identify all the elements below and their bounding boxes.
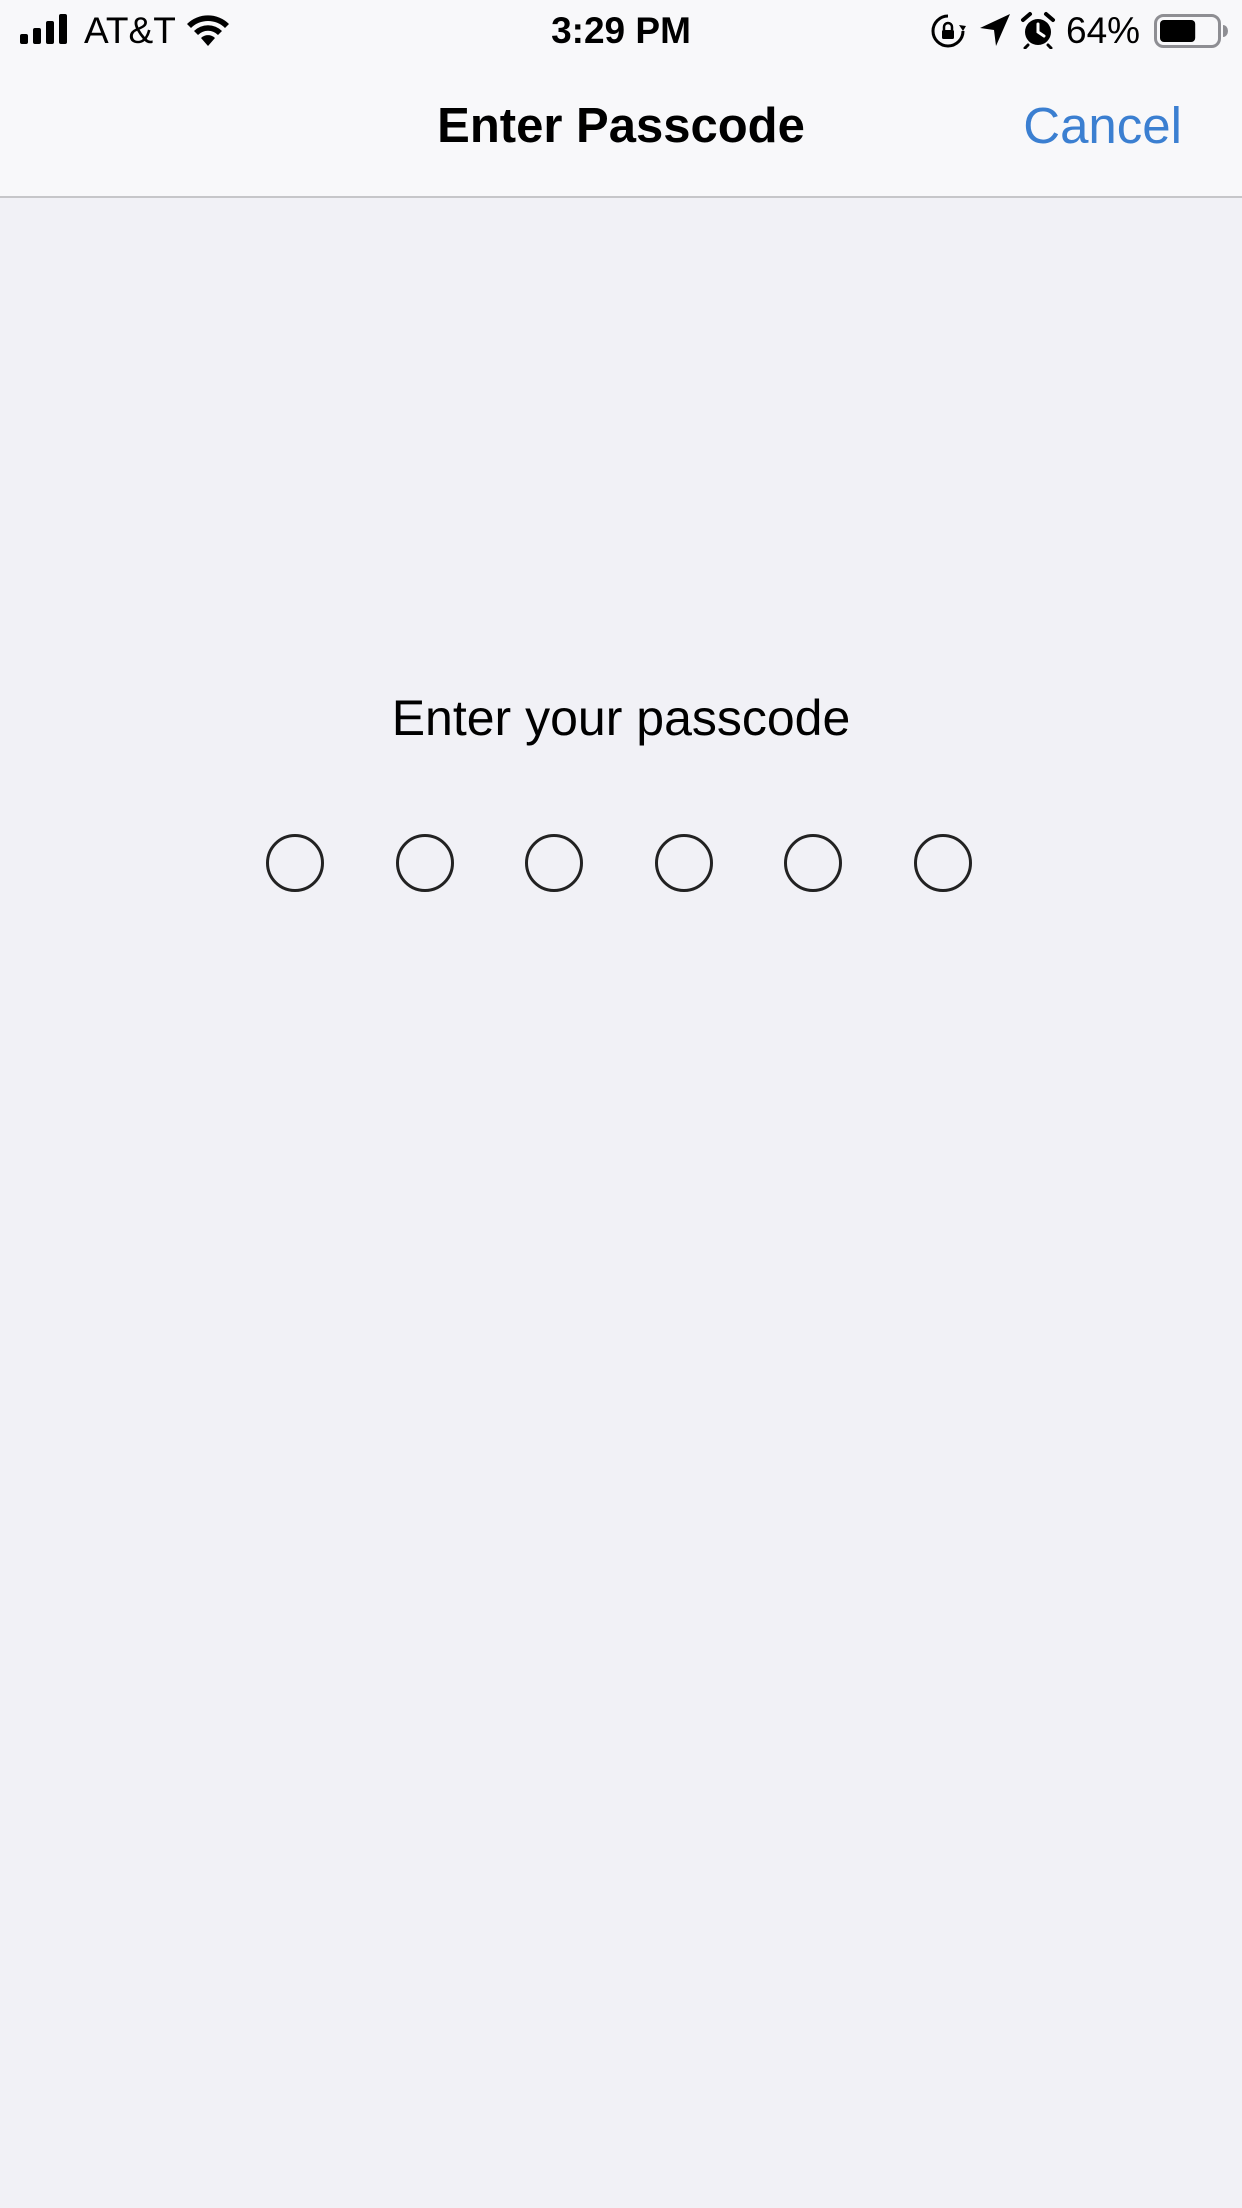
- rotation-lock-icon: [931, 14, 966, 48]
- passcode-dots[interactable]: [266, 834, 976, 894]
- passcode-prompt: Enter your passcode: [391, 690, 851, 746]
- alarm-icon: [1021, 12, 1055, 49]
- top-bar: AT&T 3:29 PM 64% Enter Passcode Cancel: [0, 0, 1242, 198]
- passcode-dot: [395, 834, 454, 892]
- battery-icon: [1154, 14, 1228, 48]
- passcode-dot: [914, 834, 972, 892]
- cancel-button[interactable]: Cancel: [1023, 98, 1182, 154]
- status-bar: AT&T 3:29 PM 64%: [0, 0, 1242, 62]
- passcode-dot: [525, 834, 584, 892]
- passcode-dot: [784, 834, 843, 892]
- location-arrow-icon: [980, 14, 1010, 46]
- passcode-dot: [654, 834, 713, 892]
- passcode-dot: [266, 834, 324, 892]
- battery-percent: 64%: [1066, 10, 1141, 51]
